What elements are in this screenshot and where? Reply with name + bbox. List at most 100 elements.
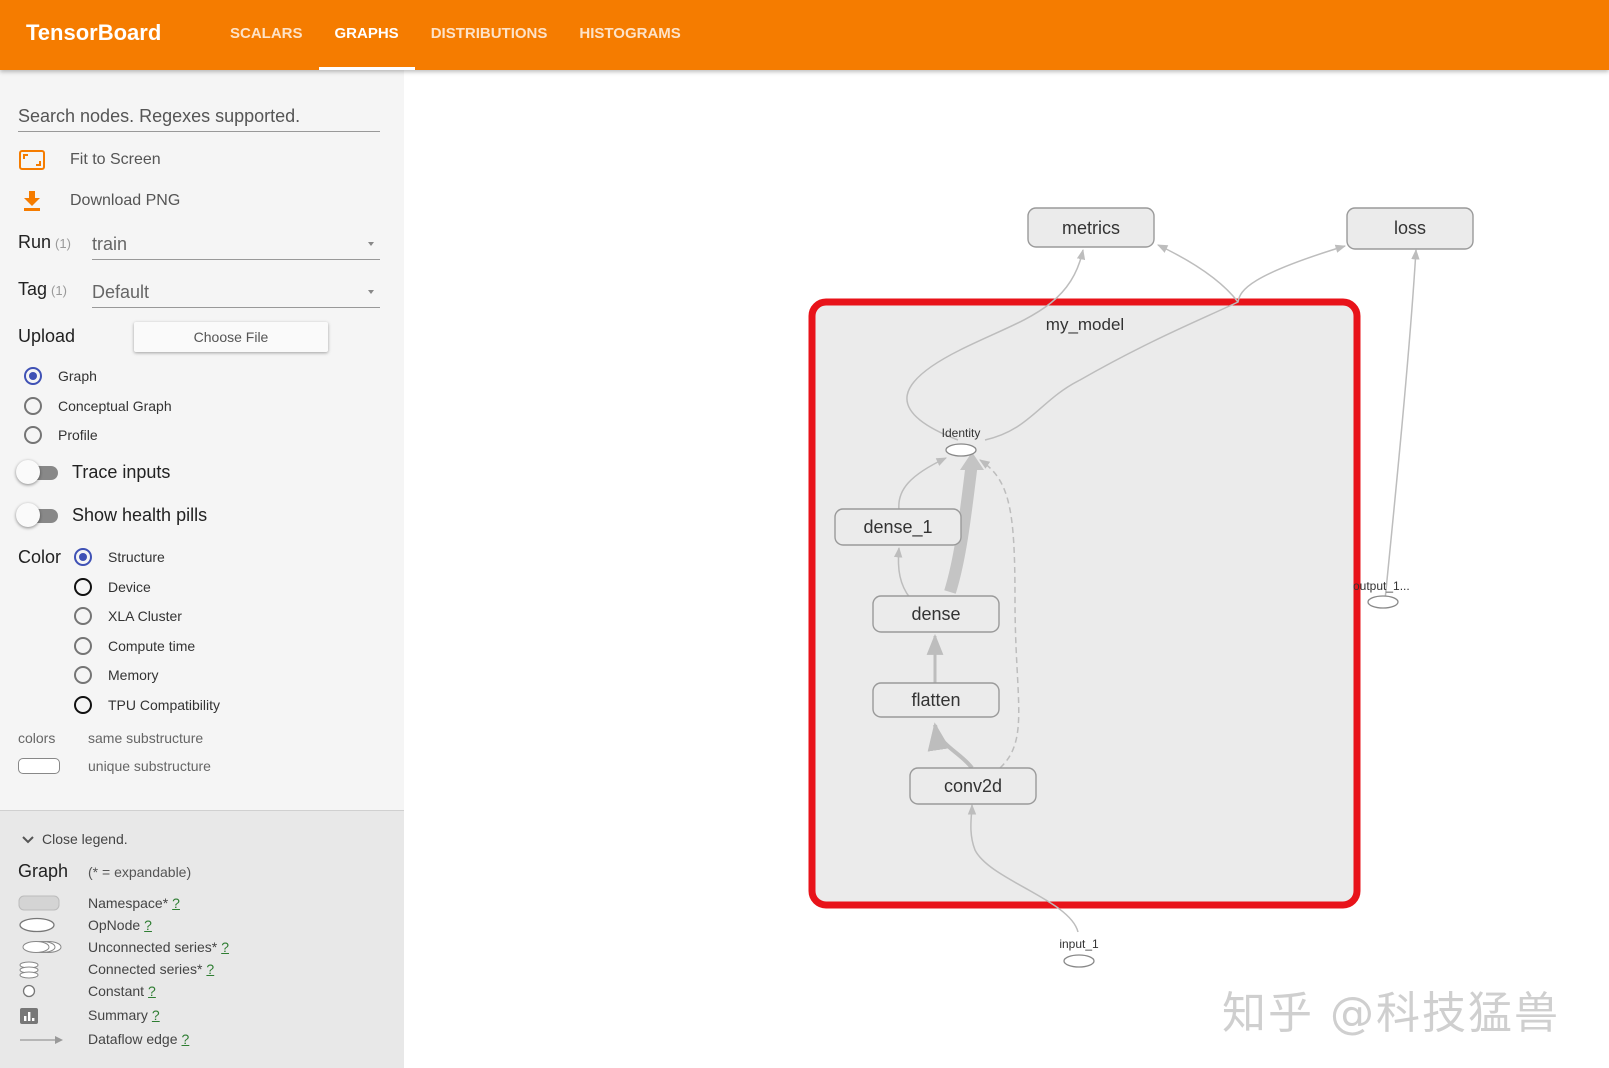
flatten-label: flatten	[911, 690, 960, 710]
run-label: Run (1)	[18, 232, 71, 253]
trace-inputs-toggle[interactable]: Trace inputs	[16, 459, 171, 484]
legend-namespace-label: Namespace*	[88, 895, 169, 911]
close-legend-button[interactable]: Close legend.	[22, 831, 128, 847]
color-memory-label: Memory	[108, 667, 159, 683]
color-compute-label: Compute time	[108, 638, 196, 654]
radio-color-structure[interactable]: Structure	[74, 548, 165, 566]
trace-inputs-label: Trace inputs	[72, 462, 171, 482]
output-1-node[interactable]	[1367, 595, 1399, 609]
radio-circle	[74, 666, 92, 684]
legend-namespace-text: Namespace*?	[88, 895, 180, 911]
download-png-button[interactable]: Download PNG	[18, 188, 180, 214]
run-value: train	[92, 234, 128, 254]
legend-opnode: OpNode?	[0, 915, 404, 937]
radio-graph-label: Graph	[58, 368, 97, 384]
legend-connected-text: Connected series*?	[88, 961, 214, 977]
tab-scalars[interactable]: SCALARS	[214, 0, 319, 70]
radio-circle	[24, 397, 42, 415]
help-link[interactable]: ?	[148, 983, 156, 999]
radio-conceptual-graph[interactable]: Conceptual Graph	[24, 397, 172, 415]
identity-node[interactable]	[945, 443, 977, 457]
unique-substructure-label: unique substructure	[88, 758, 211, 774]
legend-constant: Constant?	[0, 981, 404, 1003]
metrics-label: metrics	[1062, 218, 1120, 238]
color-xla-label: XLA Cluster	[108, 608, 182, 624]
legend-unconnected-label: Unconnected series*	[88, 939, 218, 955]
fit-to-screen-label: Fit to Screen	[70, 151, 161, 168]
top-app-bar: TensorBoard SCALARS GRAPHS DISTRIBUTIONS…	[0, 0, 1609, 70]
legend-connected-label: Connected series*	[88, 961, 203, 977]
edge-loss-metrics	[1157, 244, 1239, 303]
unique-substructure-swatch	[18, 758, 60, 774]
radio-circle	[74, 637, 92, 655]
legend-constant-text: Constant?	[88, 983, 156, 999]
fit-to-screen-button[interactable]: Fit to Screen	[18, 147, 161, 173]
radio-color-xla-cluster[interactable]: XLA Cluster	[74, 607, 182, 625]
radio-color-memory[interactable]: Memory	[74, 666, 159, 684]
unconnected-series-icon	[18, 939, 64, 960]
radio-profile-label: Profile	[58, 427, 98, 443]
conv2d-label: conv2d	[944, 776, 1002, 796]
same-substructure-label: same substructure	[88, 730, 204, 746]
legend-unconnected-series: Unconnected series*?	[0, 937, 404, 959]
graph-controls-sidebar: Search nodes. Regexes supported. Fit to …	[0, 70, 404, 1068]
graph-canvas[interactable]: my_model metrics loss Identity dense_1 d…	[404, 70, 1609, 1067]
download-icon	[18, 190, 46, 212]
tab-graphs[interactable]: GRAPHS	[318, 0, 415, 70]
colors-label: colors	[18, 730, 56, 746]
my-model-label: my_model	[1046, 315, 1124, 334]
help-link[interactable]: ?	[206, 961, 214, 977]
help-link[interactable]: ?	[221, 939, 229, 955]
identity-label: Identity	[942, 426, 981, 440]
constant-icon	[18, 983, 42, 1004]
edge-output-loss	[1384, 248, 1420, 601]
radio-circle	[24, 367, 42, 385]
legend-opnode-label: OpNode	[88, 917, 141, 933]
run-count: (1)	[55, 236, 71, 251]
namespace-icon	[18, 895, 62, 916]
legend-summary-text: Summary?	[88, 1007, 160, 1023]
tag-value: Default	[92, 282, 150, 302]
legend-unconnected-text: Unconnected series*?	[88, 939, 229, 955]
dense-1-label: dense_1	[863, 517, 932, 538]
legend-graph-label: Graph	[18, 861, 69, 881]
legend-constant-label: Constant	[88, 983, 145, 999]
input-1-node[interactable]	[1063, 954, 1095, 968]
input-1-label: input_1	[1059, 937, 1099, 951]
choose-file-button[interactable]: Choose File	[134, 322, 328, 352]
health-pills-toggle[interactable]: Show health pills	[16, 502, 207, 527]
radio-color-device[interactable]: Device	[74, 578, 151, 596]
legend-dataflow-text: Dataflow edge?	[88, 1031, 189, 1047]
tab-distributions[interactable]: DISTRIBUTIONS	[415, 0, 564, 70]
help-link[interactable]: ?	[182, 1031, 190, 1047]
tab-bar: SCALARS GRAPHS DISTRIBUTIONS HISTOGRAMS	[214, 0, 697, 70]
toggle-track	[16, 459, 58, 484]
tab-histograms[interactable]: HISTOGRAMS	[563, 0, 696, 70]
toggle-knob	[16, 502, 40, 527]
legend-namespace: Namespace*?	[0, 893, 404, 915]
help-link[interactable]: ?	[152, 1007, 160, 1023]
radio-circle	[74, 548, 92, 566]
tag-select[interactable]: Default	[92, 282, 380, 308]
help-link[interactable]: ?	[172, 895, 180, 911]
radio-color-compute-time[interactable]: Compute time	[74, 637, 195, 655]
color-tpu-label: TPU Compatibility	[108, 697, 221, 713]
run-select[interactable]: train	[92, 234, 380, 260]
dropdown-arrow-icon	[368, 242, 374, 246]
legend-connected-series: Connected series*?	[0, 959, 404, 981]
dense-label: dense	[911, 604, 960, 624]
tag-label-text: Tag	[18, 279, 48, 299]
tag-label: Tag (1)	[18, 279, 67, 300]
radio-profile[interactable]: Profile	[24, 426, 98, 444]
search-nodes-input[interactable]: Search nodes. Regexes supported.	[18, 106, 380, 132]
run-label-text: Run	[18, 232, 52, 252]
app-title: TensorBoard	[26, 20, 162, 45]
fit-screen-icon	[18, 150, 46, 170]
help-link[interactable]: ?	[144, 917, 152, 933]
download-png-label: Download PNG	[70, 192, 181, 209]
expandable-note: (* = expandable)	[88, 864, 192, 880]
radio-graph[interactable]: Graph	[24, 367, 97, 385]
legend-summary: Summary?	[0, 1005, 404, 1027]
radio-color-tpu[interactable]: TPU Compatibility	[74, 696, 220, 714]
graph-svg: my_model metrics loss Identity dense_1 d…	[808, 207, 1474, 968]
